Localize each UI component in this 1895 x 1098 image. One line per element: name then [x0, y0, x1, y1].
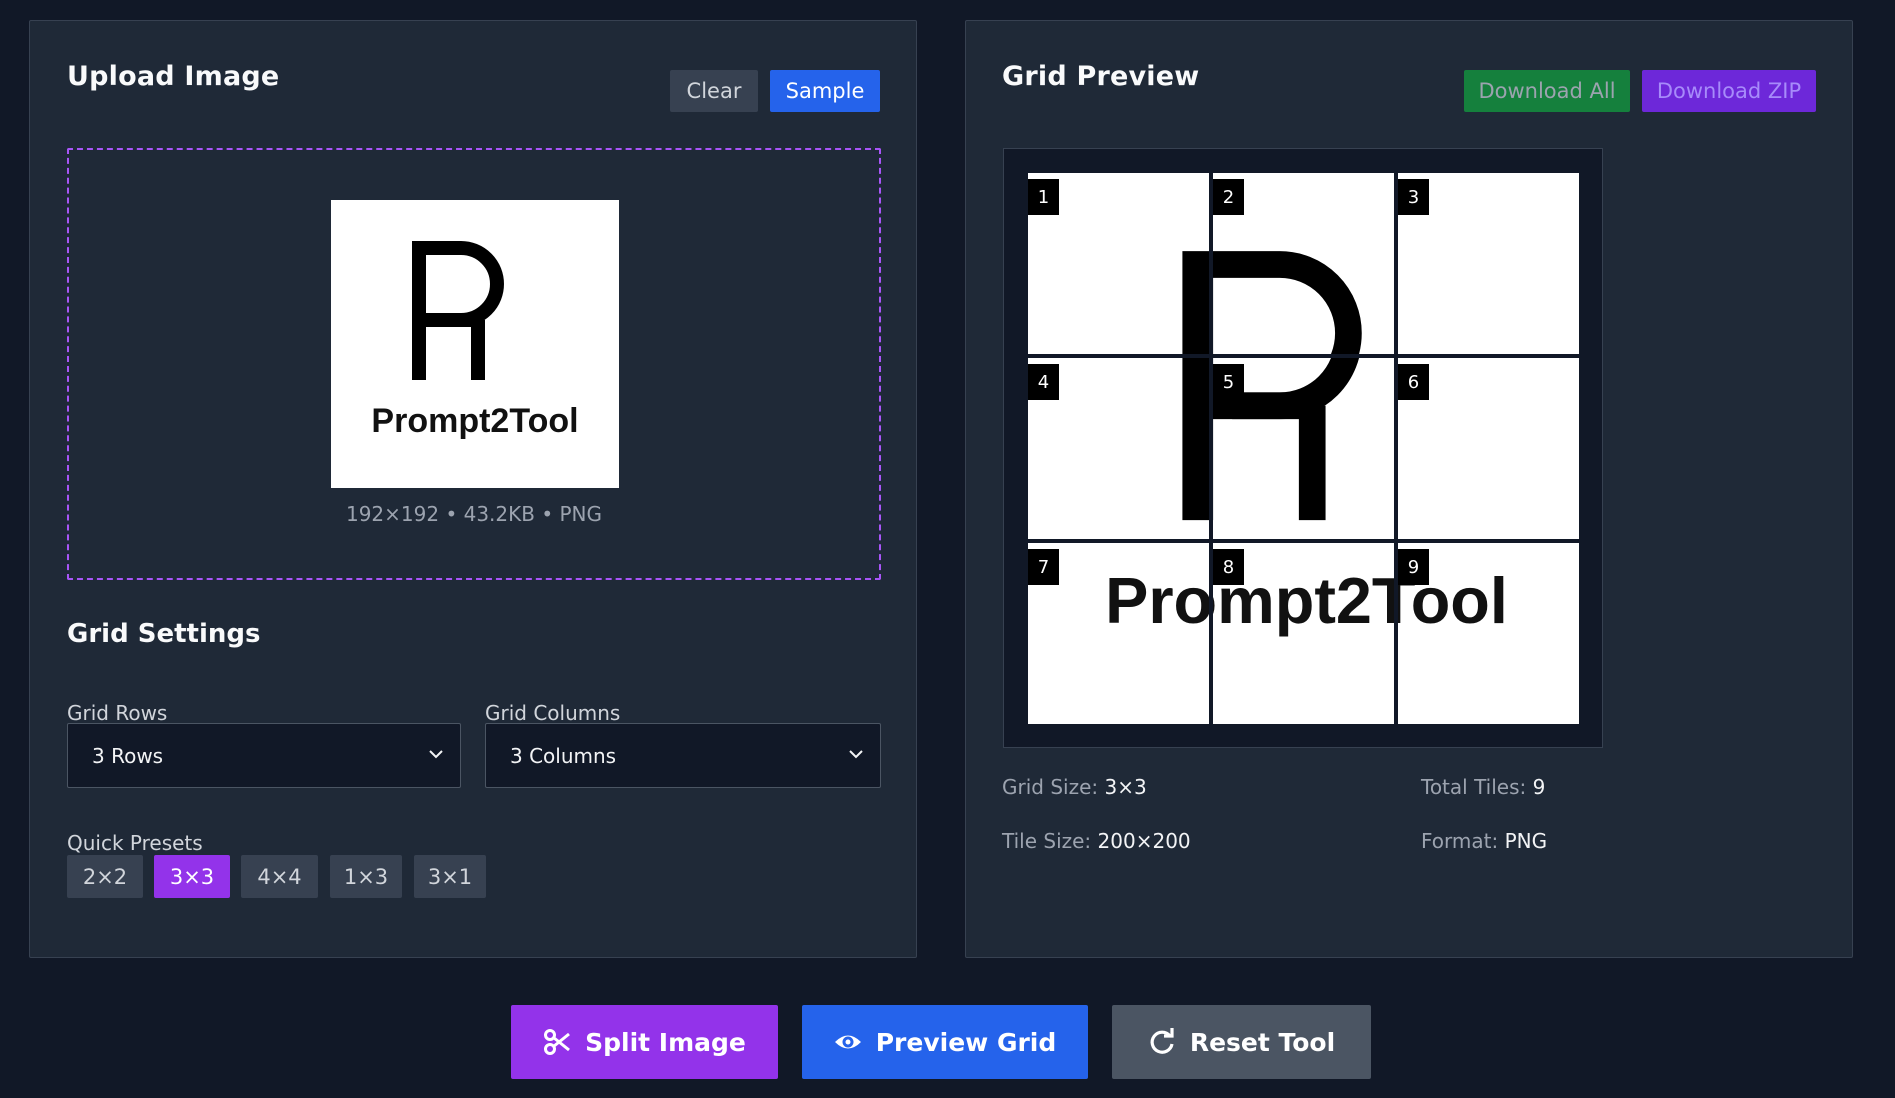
preset-4x4[interactable]: 4×4 — [241, 855, 318, 898]
tile-number-badge: 8 — [1213, 549, 1244, 585]
quick-presets-label: Quick Presets — [67, 831, 203, 855]
total-tiles-value: 9 — [1532, 775, 1546, 799]
chevron-down-icon — [429, 750, 443, 759]
preset-3x3[interactable]: 3×3 — [154, 855, 230, 898]
eye-icon — [834, 1035, 861, 1049]
grid-tile[interactable]: Prompt2Tool1 — [1028, 173, 1209, 354]
preview-grid-label: Preview Grid — [875, 1027, 1057, 1057]
reset-tool-label: Reset Tool — [1189, 1027, 1336, 1057]
svg-text:Prompt2Tool: Prompt2Tool — [1105, 564, 1209, 637]
preview-grid-button[interactable]: Preview Grid — [802, 1005, 1088, 1079]
grid-tile[interactable]: Prompt2Tool2 — [1213, 173, 1394, 354]
tile-number-badge: 6 — [1398, 364, 1429, 400]
clear-button[interactable]: Clear — [670, 70, 758, 112]
grid-columns-select[interactable]: 3 Columns — [485, 723, 881, 788]
preset-3x1[interactable]: 3×1 — [414, 855, 486, 898]
grid-size-value: 3×3 — [1104, 775, 1147, 799]
preset-2x2[interactable]: 2×2 — [67, 855, 143, 898]
grid-rows-value: 3 Rows — [92, 743, 164, 768]
grid-tile[interactable]: Prompt2Tool3 — [1398, 173, 1579, 354]
reset-tool-button[interactable]: Reset Tool — [1112, 1005, 1371, 1079]
tile-number-badge: 7 — [1028, 549, 1059, 585]
scissors-icon — [544, 1029, 571, 1055]
format-stat: Format: PNG — [1421, 829, 1548, 853]
grid-columns-label: Grid Columns — [485, 701, 621, 725]
grid-tile[interactable]: Prompt2Tool 7 — [1028, 543, 1209, 724]
uploaded-image-thumbnail: Prompt2Tool — [331, 200, 619, 488]
grid-tile[interactable]: Prompt2Tool9 — [1398, 543, 1579, 724]
prompt2tool-logo: Prompt2Tool — [371, 241, 579, 440]
image-dropzone[interactable]: Prompt2Tool 192×192 • 43.2KB • PNG — [67, 148, 881, 580]
upload-panel: Upload Image Clear Sample Prompt2Tool 19… — [29, 20, 917, 958]
format-value: PNG — [1504, 829, 1548, 853]
tile-number-badge: 3 — [1398, 179, 1429, 215]
logo-text: Prompt2Tool — [371, 402, 578, 440]
grid-tile[interactable]: Prompt2Tool4 — [1028, 358, 1209, 539]
split-image-label: Split Image — [585, 1027, 746, 1057]
split-image-button[interactable]: Split Image — [511, 1005, 778, 1079]
preview-panel: Grid Preview Download All Download ZIP P… — [965, 20, 1853, 958]
total-tiles-stat: Total Tiles: 9 — [1421, 775, 1546, 799]
grid-rows-label: Grid Rows — [67, 701, 168, 725]
tile-number-badge: 2 — [1213, 179, 1244, 215]
upload-panel-title: Upload Image — [67, 61, 280, 92]
grid-preview: Prompt2Tool1Prompt2Tool2Prompt2Tool3Prom… — [1003, 148, 1603, 748]
tile-number-badge: 1 — [1028, 179, 1059, 215]
grid-size-stat: Grid Size: 3×3 — [1002, 775, 1147, 799]
preset-1x3[interactable]: 1×3 — [330, 855, 402, 898]
sample-button[interactable]: Sample — [770, 70, 880, 112]
grid-tile[interactable]: Prompt2Tool6 — [1398, 358, 1579, 539]
refresh-icon — [1150, 1028, 1174, 1054]
chevron-down-icon — [849, 750, 863, 759]
tile-number-badge: 5 — [1213, 364, 1244, 400]
tile-size-value: 200×200 — [1097, 829, 1191, 853]
image-meta: 192×192 • 43.2KB • PNG — [345, 502, 602, 526]
tile-number-badge: 4 — [1028, 364, 1059, 400]
grid-rows-select[interactable]: 3 Rows — [67, 723, 461, 788]
grid-settings-title: Grid Settings — [67, 619, 261, 649]
grid-columns-value: 3 Columns — [510, 743, 617, 768]
tile-number-badge: 9 — [1398, 549, 1429, 585]
download-all-button[interactable]: Download All — [1464, 70, 1630, 112]
tile-size-stat: Tile Size: 200×200 — [1002, 829, 1191, 853]
grid-tile[interactable]: Prompt2Tool 8 — [1213, 543, 1394, 724]
download-zip-button[interactable]: Download ZIP — [1642, 70, 1816, 112]
grid-tile[interactable]: Prompt2Tool5 — [1213, 358, 1394, 539]
preview-panel-title: Grid Preview — [1002, 61, 1200, 92]
